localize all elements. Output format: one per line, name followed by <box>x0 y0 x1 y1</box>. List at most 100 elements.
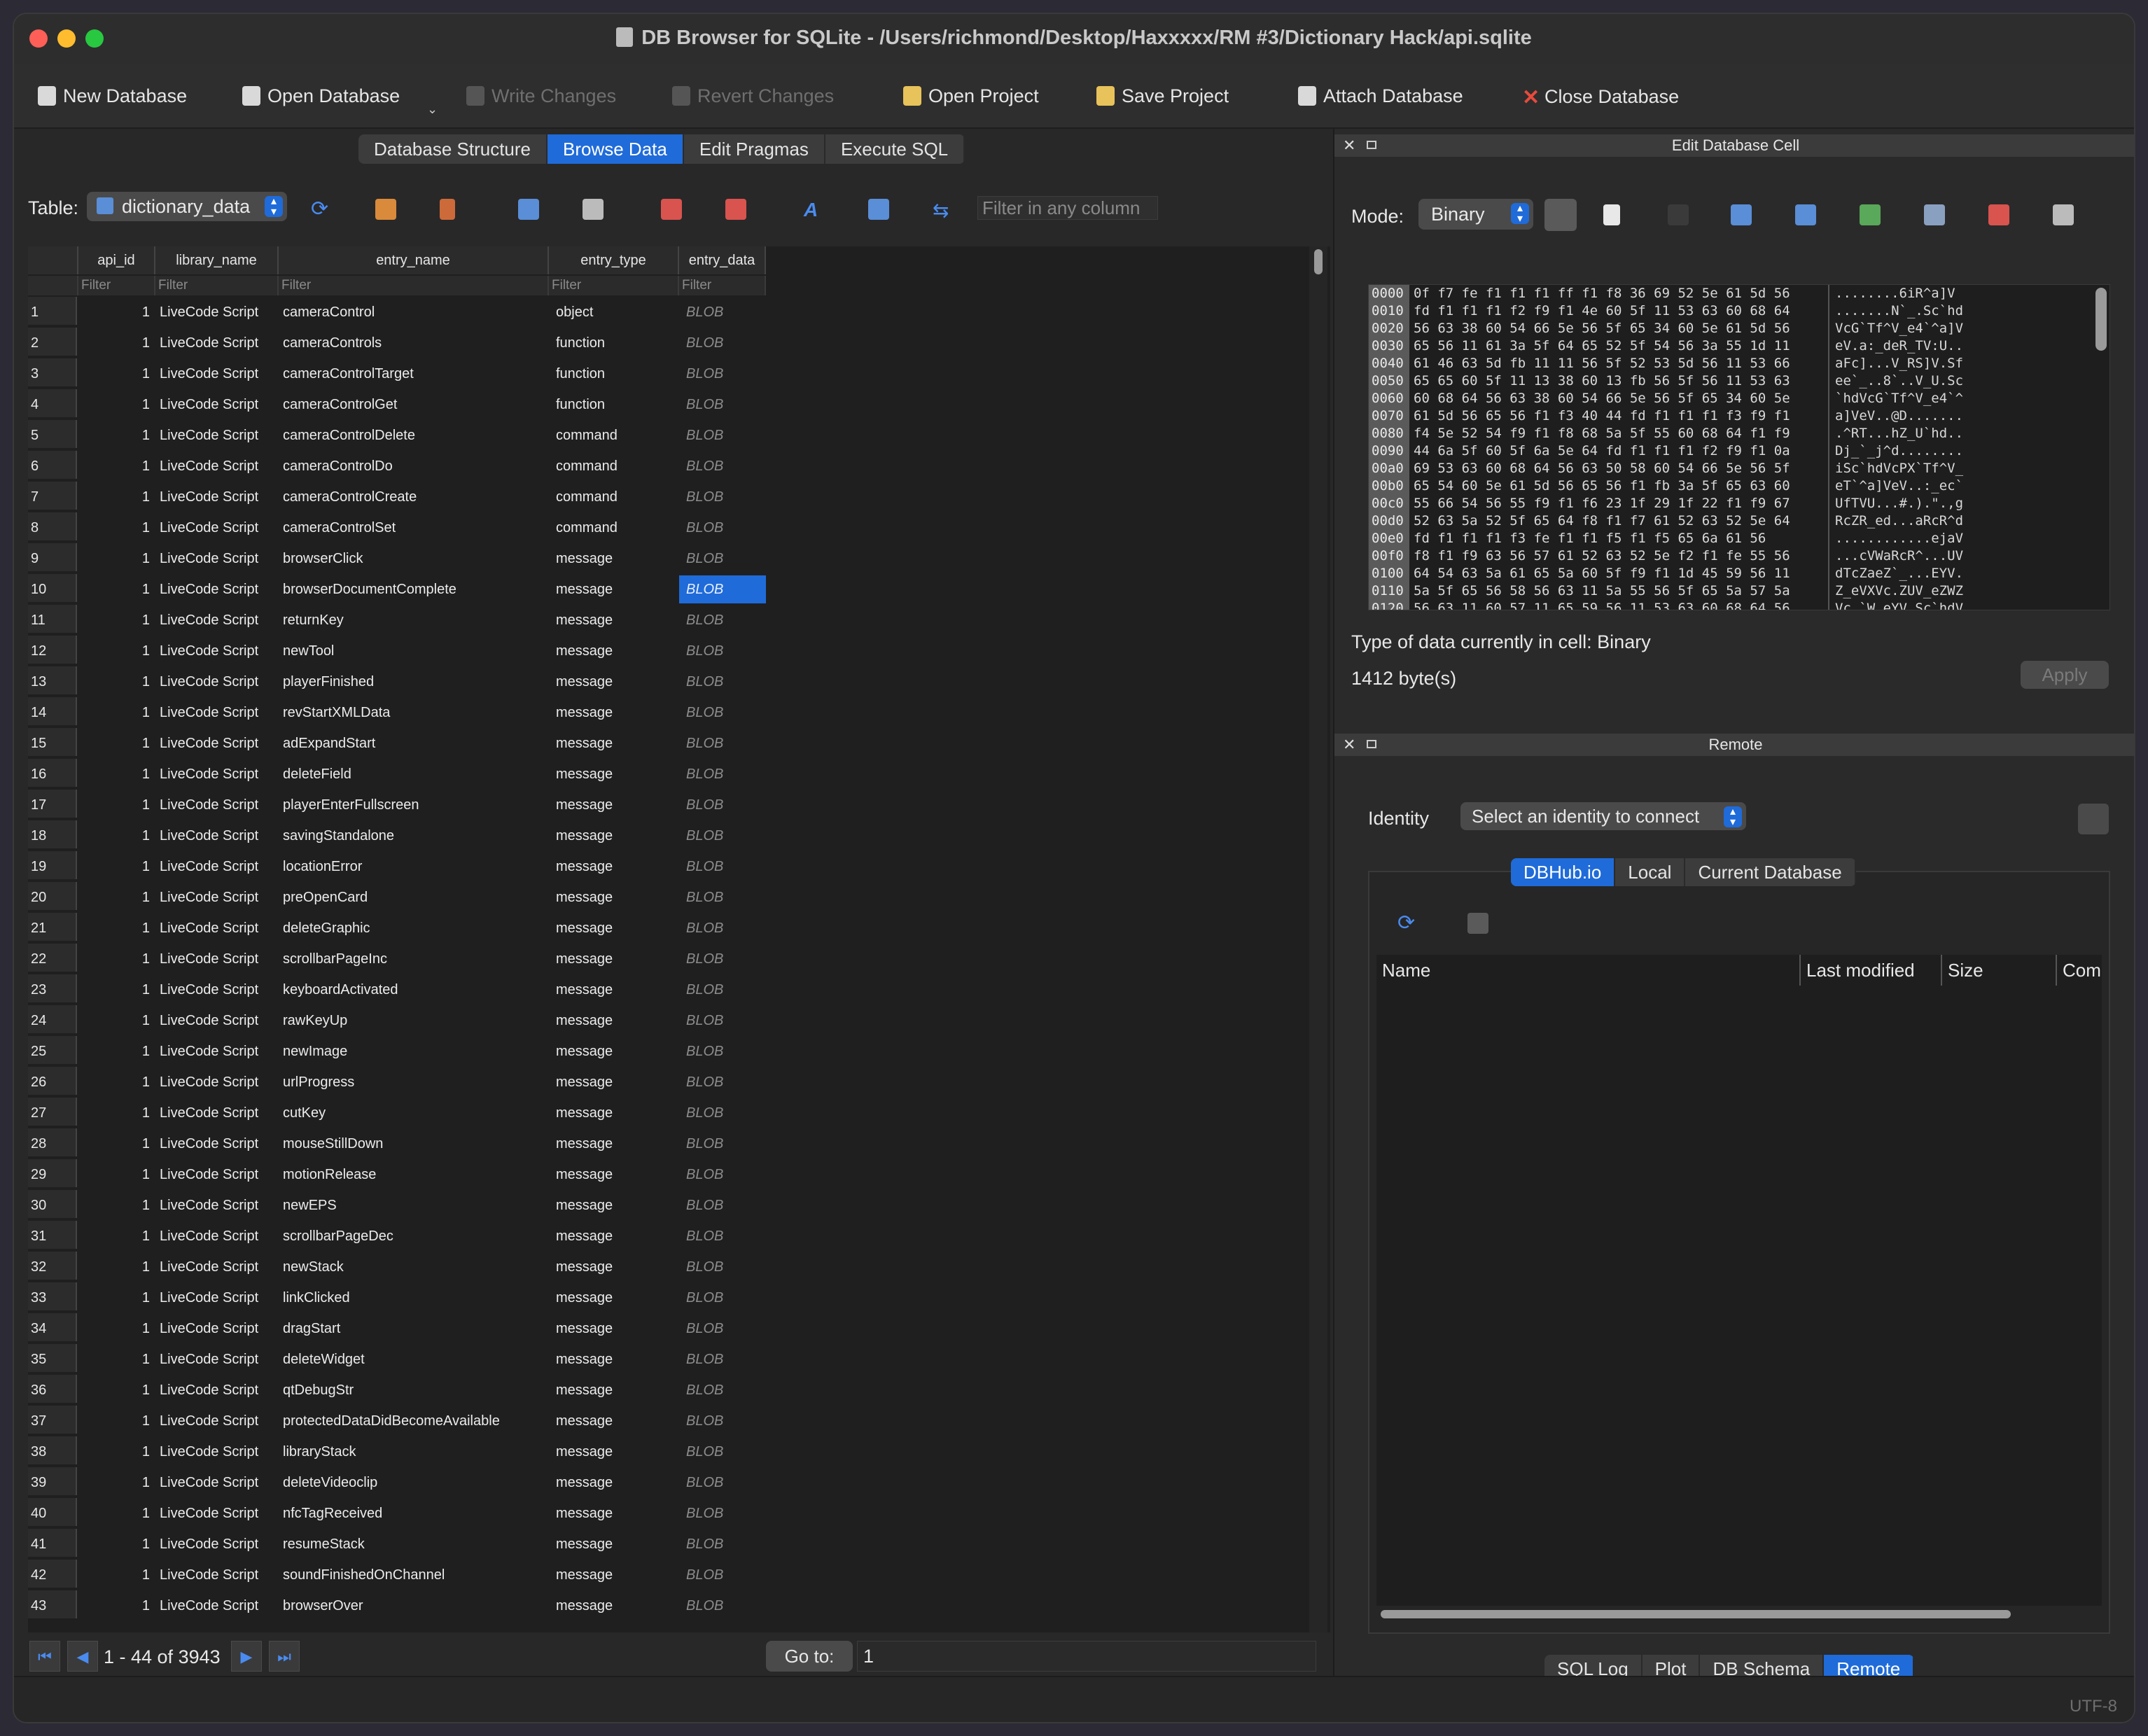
cell-entry-type[interactable]: message <box>549 1005 679 1036</box>
table-row[interactable]: 40 1 LiveCode Script nfcTagReceived message B… <box>28 1498 1330 1529</box>
table-row[interactable]: 23 1 LiveCode Script keyboardActivated messa… <box>28 974 1330 1005</box>
next-page-button[interactable]: ▶ <box>231 1641 262 1672</box>
row-number[interactable]: 10 <box>28 574 77 602</box>
close-pane-icon[interactable]: ✕ <box>1343 734 1355 756</box>
cell-library-name[interactable]: LiveCode Script <box>155 1067 277 1098</box>
row-number[interactable]: 27 <box>28 1098 77 1126</box>
cell-entry-type[interactable]: function <box>549 389 679 420</box>
column-header-entry-data[interactable]: entry_data <box>679 246 766 274</box>
table-row[interactable]: 8 1 LiveCode Script cameraControlSet command… <box>28 512 1330 543</box>
grid-vertical-scrollbar[interactable] <box>1309 246 1327 1632</box>
table-row[interactable]: 3 1 LiveCode Script cameraControlTarget func… <box>28 358 1330 389</box>
table-row[interactable]: 22 1 LiveCode Script scrollbarPageInc messag… <box>28 944 1330 974</box>
cell-library-name[interactable]: LiveCode Script <box>155 512 277 543</box>
cell-entry-type[interactable]: message <box>549 759 679 790</box>
hex-editor[interactable]: 0000 0010 0020 0030 0040 0050 0060 0070 0080 0090… <box>1368 284 2110 610</box>
table-row[interactable]: 21 1 LiveCode Script deleteGraphic message BL… <box>28 913 1330 944</box>
cell-api-id[interactable]: 1 <box>78 697 155 728</box>
table-row[interactable]: 12 1 LiveCode Script newTool message BLOB <box>28 636 1330 666</box>
cell-entry-data[interactable]: BLOB <box>679 1191 766 1219</box>
row-number[interactable]: 25 <box>28 1036 77 1064</box>
cell-entry-type[interactable]: message <box>549 1221 679 1252</box>
cell-api-id[interactable]: 1 <box>78 1436 155 1467</box>
cell-library-name[interactable]: LiveCode Script <box>155 297 277 328</box>
cell-entry-type[interactable]: message <box>549 574 679 605</box>
cell-entry-type[interactable]: message <box>549 944 679 974</box>
sort-icon[interactable] <box>440 199 455 220</box>
row-number[interactable]: 24 <box>28 1005 77 1033</box>
cell-api-id[interactable]: 1 <box>78 1221 155 1252</box>
table-row[interactable]: 33 1 LiveCode Script linkClicked message BLOB <box>28 1282 1330 1313</box>
table-row[interactable]: 17 1 LiveCode Script playerEnterFullscreen m… <box>28 790 1330 820</box>
find-replace-icon[interactable]: ⇆ <box>933 199 954 221</box>
table-row[interactable]: 19 1 LiveCode Script locationError message BL… <box>28 851 1330 882</box>
word-wrap-icon[interactable] <box>1668 204 1689 225</box>
cell-entry-name[interactable]: browserOver <box>279 1590 549 1621</box>
filter-any-column-input[interactable]: Filter in any column <box>977 196 1158 220</box>
row-number[interactable]: 40 <box>28 1498 77 1526</box>
table-row[interactable]: 28 1 LiveCode Script mouseStillDown message B… <box>28 1128 1330 1159</box>
cell-api-id[interactable]: 1 <box>78 1098 155 1128</box>
row-number[interactable]: 43 <box>28 1590 77 1618</box>
cell-entry-name[interactable]: protectedDataDidBecomeAvailable <box>279 1406 549 1436</box>
row-number[interactable]: 17 <box>28 790 77 818</box>
cell-entry-name[interactable]: browserClick <box>279 543 549 574</box>
cell-api-id[interactable]: 1 <box>78 543 155 574</box>
cell-api-id[interactable]: 1 <box>78 851 155 882</box>
cell-entry-data[interactable]: BLOB <box>679 976 766 1004</box>
cell-entry-name[interactable]: deleteGraphic <box>279 913 549 944</box>
table-row[interactable]: 34 1 LiveCode Script dragStart message BLOB <box>28 1313 1330 1344</box>
cell-library-name[interactable]: LiveCode Script <box>155 605 277 636</box>
cell-library-name[interactable]: LiveCode Script <box>155 882 277 913</box>
row-number[interactable]: 5 <box>28 420 77 448</box>
cell-api-id[interactable]: 1 <box>78 1375 155 1406</box>
row-number[interactable]: 31 <box>28 1221 77 1249</box>
cell-api-id[interactable]: 1 <box>78 1560 155 1590</box>
cell-entry-name[interactable]: rawKeyUp <box>279 1005 549 1036</box>
row-number[interactable]: 1 <box>28 297 77 325</box>
export-icon[interactable] <box>1795 204 1816 225</box>
clear-filters-icon[interactable] <box>375 199 396 220</box>
cell-library-name[interactable]: LiveCode Script <box>155 1221 277 1252</box>
cell-entry-name[interactable]: motionRelease <box>279 1159 549 1190</box>
cell-api-id[interactable]: 1 <box>78 1344 155 1375</box>
print-icon[interactable] <box>583 199 604 220</box>
cell-entry-type[interactable]: message <box>549 605 679 636</box>
cell-api-id[interactable]: 1 <box>78 512 155 543</box>
cell-entry-name[interactable]: revStartXMLData <box>279 697 549 728</box>
table-row[interactable]: 9 1 LiveCode Script browserClick message BLOB <box>28 543 1330 574</box>
previous-page-button[interactable]: ◀ <box>67 1641 98 1672</box>
cell-entry-name[interactable]: urlProgress <box>279 1067 549 1098</box>
column-header-library-name[interactable]: library_name <box>155 246 279 274</box>
tab-local[interactable]: Local <box>1615 858 1686 886</box>
cell-entry-data[interactable]: BLOB <box>679 945 766 973</box>
cell-api-id[interactable]: 1 <box>78 1067 155 1098</box>
table-row[interactable]: 16 1 LiveCode Script deleteField message BLOB <box>28 759 1330 790</box>
cell-api-id[interactable]: 1 <box>78 759 155 790</box>
cell-api-id[interactable]: 1 <box>78 358 155 389</box>
cell-entry-name[interactable]: cameraControlSet <box>279 512 549 543</box>
cell-library-name[interactable]: LiveCode Script <box>155 1190 277 1221</box>
cell-entry-type[interactable]: message <box>549 666 679 697</box>
table-row[interactable]: 15 1 LiveCode Script adExpandStart message BL… <box>28 728 1330 759</box>
cell-library-name[interactable]: LiveCode Script <box>155 820 277 851</box>
cell-library-name[interactable]: LiveCode Script <box>155 1313 277 1344</box>
cell-entry-data[interactable]: BLOB <box>679 760 766 788</box>
cell-api-id[interactable]: 1 <box>78 574 155 605</box>
cell-library-name[interactable]: LiveCode Script <box>155 574 277 605</box>
cell-library-name[interactable]: LiveCode Script <box>155 389 277 420</box>
cell-entry-type[interactable]: message <box>549 851 679 882</box>
cell-api-id[interactable]: 1 <box>78 482 155 512</box>
cell-entry-data[interactable]: BLOB <box>679 822 766 850</box>
cell-api-id[interactable]: 1 <box>78 451 155 482</box>
cell-api-id[interactable]: 1 <box>78 944 155 974</box>
table-row[interactable]: 31 1 LiveCode Script scrollbarPageDec messag… <box>28 1221 1330 1252</box>
cell-entry-data[interactable]: BLOB <box>679 606 766 634</box>
cell-entry-type[interactable]: message <box>549 974 679 1005</box>
row-number[interactable]: 20 <box>28 882 77 910</box>
font-format-icon[interactable]: A <box>804 199 825 220</box>
apply-button[interactable]: Apply <box>2021 661 2109 689</box>
cell-entry-type[interactable]: function <box>549 358 679 389</box>
row-number[interactable]: 32 <box>28 1252 77 1280</box>
cell-entry-name[interactable]: savingStandalone <box>279 820 549 851</box>
